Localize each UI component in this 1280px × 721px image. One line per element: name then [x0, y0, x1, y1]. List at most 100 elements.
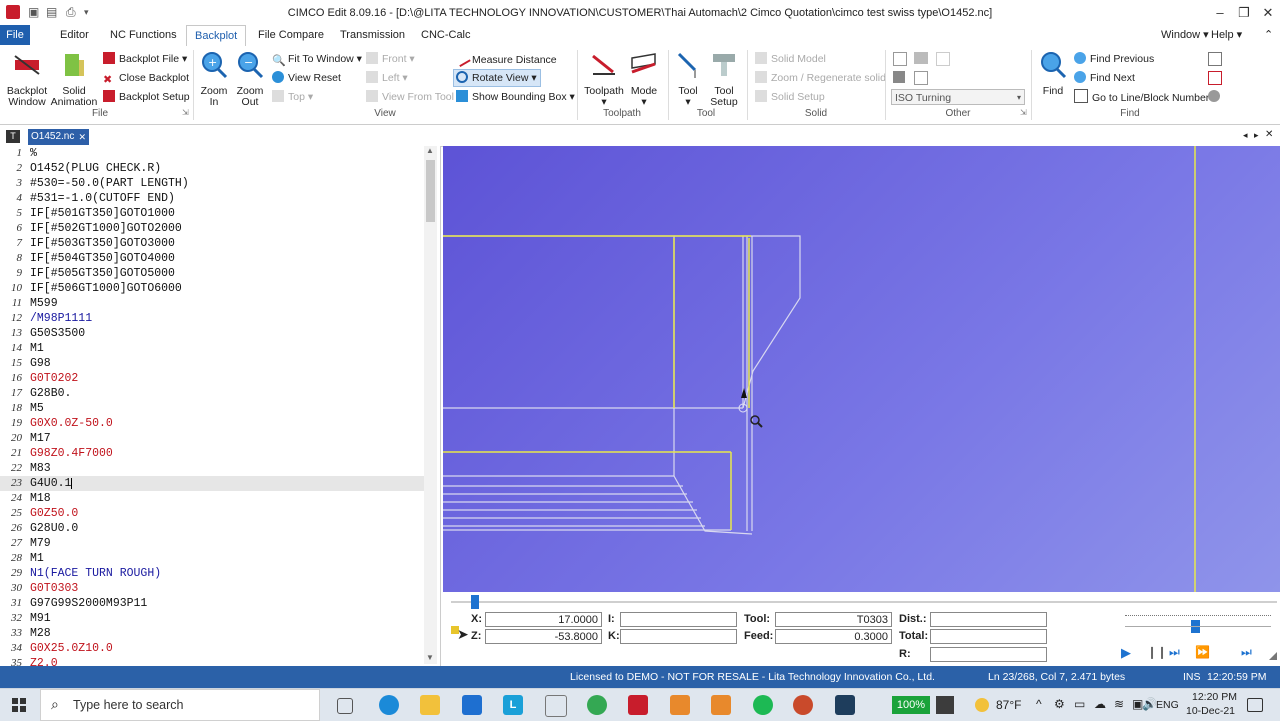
system-tray-icon-3[interactable]: ☁ [1094, 697, 1106, 711]
playback-slider-handle[interactable] [471, 595, 479, 609]
code-line[interactable]: 31 G97G99S2000M93P11 [0, 596, 425, 611]
code-line[interactable]: 7 IF[#503GT350]GOTO3000 [0, 236, 425, 251]
mail-icon[interactable] [462, 695, 482, 715]
file-group-launcher-icon[interactable]: ⇲ [182, 108, 189, 117]
notifications-icon[interactable] [1247, 698, 1263, 712]
weather-temp[interactable]: 87°F [996, 698, 1021, 712]
top-view-button[interactable]: Top ▾ [272, 89, 313, 105]
tool-button[interactable]: Tool ▾ [672, 50, 704, 108]
battery-badge[interactable]: 100% [892, 696, 930, 714]
save-all-icon[interactable]: ▤ [46, 5, 57, 19]
tab-scroll-right-icon[interactable]: ▸ [1254, 130, 1259, 141]
code-line[interactable]: 8 IF[#504GT350]GOTO4000 [0, 251, 425, 266]
backplot-file-button[interactable]: Backplot File ▾ [103, 51, 187, 67]
solid-model-button[interactable]: Solid Model [755, 51, 826, 67]
code-line[interactable]: 35 Z2.0 [0, 656, 425, 666]
windows-start-icon[interactable] [12, 698, 26, 712]
zoom-regenerate-button[interactable]: Zoom / Regenerate solid [755, 70, 886, 86]
task-view-icon[interactable] [337, 698, 353, 714]
code-line[interactable]: 19 G0X0.0Z-50.0 [0, 416, 425, 431]
ribbon-collapse-icon[interactable]: ⌃ [1264, 28, 1273, 41]
taskbar-time[interactable]: 12:20 PM [1192, 691, 1237, 703]
code-line[interactable]: 5 IF[#501GT350]GOTO1000 [0, 206, 425, 221]
rotate-view-button[interactable]: Rotate View ▾ [453, 69, 541, 87]
bookmark-icon[interactable] [1208, 71, 1222, 85]
weather-icon[interactable] [975, 698, 989, 712]
help-menu[interactable]: Help ▾ [1203, 25, 1250, 45]
tab-nc-functions[interactable]: NC Functions [102, 25, 185, 45]
other-small-icon-5[interactable] [914, 71, 928, 85]
backplot-viewport[interactable] [443, 146, 1280, 592]
minimize-button[interactable]: – [1210, 5, 1230, 20]
language-indicator[interactable]: ENG [1156, 699, 1179, 711]
editor-scrollbar-thumb[interactable] [426, 160, 435, 222]
editor-scrollbar[interactable]: ▲ ▼ [424, 146, 437, 664]
cimco-app-icon-2[interactable] [711, 695, 731, 715]
code-line[interactable]: 12/M98P1111 [0, 311, 425, 326]
options-icon[interactable] [1208, 90, 1220, 102]
code-line[interactable]: 18 M5 [0, 401, 425, 416]
chevron-up-icon[interactable]: ^ [1036, 697, 1042, 711]
other-small-icon-1[interactable] [893, 52, 907, 66]
tab-file-compare[interactable]: File Compare [250, 25, 332, 45]
scroll-down-icon[interactable]: ▼ [426, 653, 434, 662]
close-document-icon[interactable]: ✕ [1265, 129, 1273, 140]
restore-button[interactable]: ❐ [1234, 5, 1254, 21]
cimco-app-icon-1[interactable] [670, 695, 690, 715]
code-editor[interactable]: 1% 2 O1452(PLUG CHECK.R) 3 #530=-50.0(PART L… [0, 146, 441, 666]
code-line[interactable]: 23 G4U0.1 [0, 476, 425, 491]
toolpath-button[interactable]: Toolpath ▾ [582, 50, 626, 108]
system-tray-icon-1[interactable]: ⚙ [1054, 697, 1065, 711]
play-icon[interactable]: ▶ [1121, 645, 1131, 661]
other-small-icon-3[interactable] [936, 52, 950, 66]
quick-access-dropdown-icon[interactable]: ▾ [84, 7, 89, 18]
scroll-up-icon[interactable]: ▲ [426, 146, 434, 155]
code-line[interactable]: 21 G98Z0.4F7000 [0, 446, 425, 461]
code-line[interactable]: 13 G50S3500 [0, 326, 425, 341]
taskbar-search[interactable]: ⌕ Type here to search [40, 689, 320, 721]
show-bounding-box-button[interactable]: Show Bounding Box ▾ [456, 89, 575, 105]
cimco-taskbar-icon[interactable] [628, 695, 648, 715]
skip-to-end-icon[interactable]: ⏭ [1241, 645, 1252, 660]
taskbar-app-icon[interactable] [936, 696, 954, 714]
playback-track[interactable] [451, 601, 1277, 603]
file-explorer-icon[interactable] [420, 695, 440, 715]
zoom-in-button[interactable]: + Zoom In [197, 50, 231, 108]
print-icon[interactable]: ⎙ [66, 5, 76, 20]
view-reset-button[interactable]: View Reset [272, 70, 341, 86]
close-backplot-button[interactable]: ✖ Close Backplot [103, 70, 189, 86]
powerpoint-icon[interactable] [793, 695, 813, 715]
code-line[interactable]: 6 IF[#502GT1000]GOTO2000 [0, 221, 425, 236]
code-line[interactable]: 34 G0X25.0Z10.0 [0, 641, 425, 656]
fit-to-window-button[interactable]: 🔍 Fit To Window ▾ [272, 51, 362, 67]
code-line[interactable]: 4 #531=-1.0(CUTOFF END) [0, 191, 425, 206]
code-line[interactable]: 25 G0Z50.0 [0, 506, 425, 521]
tab-transmission[interactable]: Transmission [332, 25, 413, 45]
edge-browser-icon[interactable] [379, 695, 399, 715]
save-icon[interactable]: ▣ [28, 5, 39, 19]
tab-scroll-left-icon[interactable]: ◂ [1243, 130, 1248, 141]
goto-line-button[interactable]: Go to Line/Block Number [1074, 89, 1209, 105]
code-line[interactable]: 32 M91 [0, 611, 425, 626]
machine-type-select[interactable]: ISO Turning ▾ [891, 89, 1025, 105]
find-next-button[interactable]: Find Next [1074, 70, 1135, 86]
taskbar-date[interactable]: 10-Dec-21 [1186, 705, 1235, 717]
tab-file[interactable]: File [0, 25, 30, 45]
tool-setup-button[interactable]: Tool Setup [706, 50, 742, 108]
tab-cnc-calc[interactable]: CNC-Calc [413, 25, 479, 45]
close-tab-icon[interactable]: ✕ [78, 129, 86, 145]
code-line[interactable]: 14 M1 [0, 341, 425, 356]
document-tab[interactable]: O1452.nc ✕ [28, 129, 89, 145]
measure-distance-button[interactable]: Measure Distance [453, 48, 557, 68]
code-line[interactable]: 24 M18 [0, 491, 425, 506]
backplot-setup-button[interactable]: Backplot Setup [103, 89, 190, 105]
pause-icon[interactable]: ❙❙ [1147, 645, 1167, 659]
terminal-icon[interactable] [835, 695, 855, 715]
code-line[interactable]: 2 O1452(PLUG CHECK.R) [0, 161, 425, 176]
code-line[interactable]: 29 N1(FACE TURN ROUGH) [0, 566, 425, 581]
tab-editor[interactable]: Editor [52, 25, 97, 45]
fast-forward-icon[interactable]: ⏩ [1195, 645, 1210, 659]
view-from-tool-button[interactable]: View From Tool [366, 89, 454, 105]
backplot-window-button[interactable]: Backplot Window [4, 50, 50, 108]
system-tray-icon-2[interactable]: ▭ [1074, 697, 1085, 711]
